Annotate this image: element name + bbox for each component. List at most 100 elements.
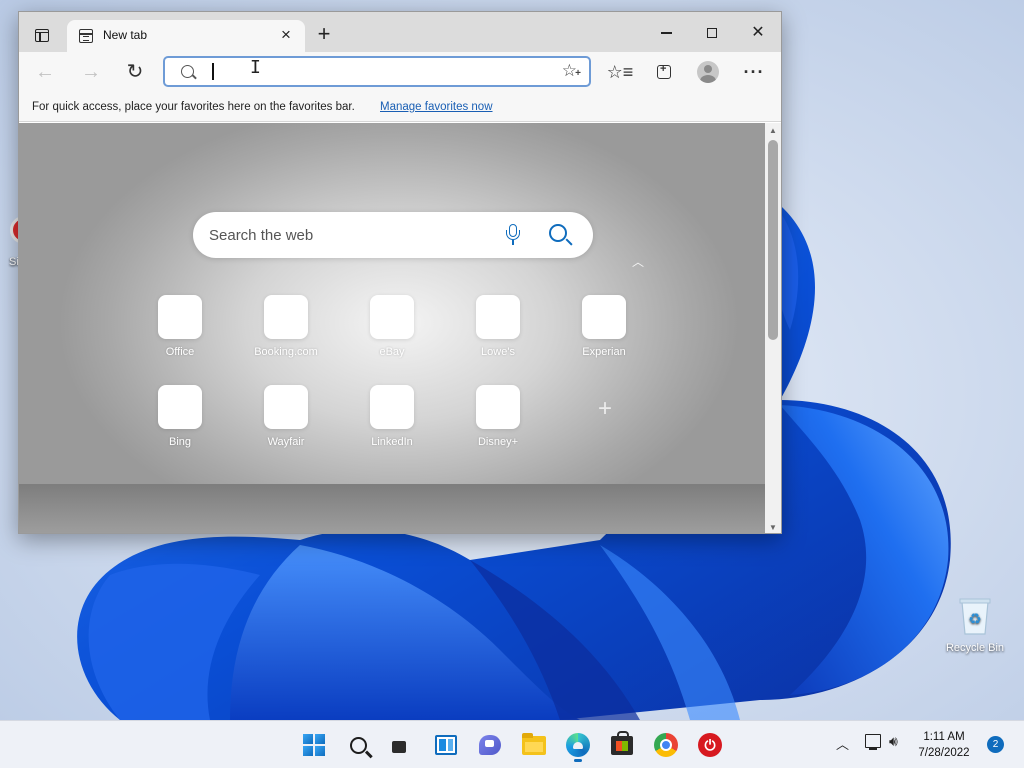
collections-button[interactable] (649, 58, 679, 86)
tab-title: New tab (103, 28, 148, 42)
edge-button[interactable] (558, 727, 598, 763)
settings-and-more-button[interactable]: ··· (739, 58, 769, 86)
teams-chat-icon (479, 735, 501, 755)
quick-link-label: Wayfair (267, 436, 305, 448)
i-beam-cursor-icon: I (250, 57, 261, 78)
search-button[interactable] (338, 727, 378, 763)
site-tile-icon (264, 295, 308, 339)
volume-icon[interactable]: 🔊︎ (889, 733, 898, 750)
favorites-button[interactable]: ☆≡ (605, 58, 635, 86)
new-tab-button[interactable]: + (313, 23, 335, 46)
recycle-bin-icon: ♻ (957, 596, 993, 636)
task-view-icon (392, 737, 412, 753)
site-tile-icon (264, 385, 308, 429)
favorites-star-icon: ☆≡ (606, 61, 634, 82)
taskbar: ⏻ ︿ 🔊︎ 1:11 AM 7/28/2022 2 (0, 720, 1024, 768)
desktop-icon-label: Recycle Bin (945, 642, 1005, 654)
back-button[interactable]: ← (31, 58, 59, 86)
favorites-bar-message: For quick access, place your favorites h… (32, 101, 355, 113)
site-tile-icon (158, 295, 202, 339)
refresh-button[interactable]: ↻ (121, 58, 149, 86)
profile-button[interactable] (693, 58, 723, 86)
power-app-button[interactable]: ⏻ (690, 727, 730, 763)
tab-actions-icon (35, 28, 49, 42)
quick-link[interactable]: Lowe's (453, 295, 543, 358)
edge-icon (566, 733, 590, 757)
address-bar[interactable]: ☆ + (163, 56, 591, 87)
quick-link-label: eBay (379, 346, 405, 358)
chrome-button[interactable] (646, 727, 686, 763)
text-caret (212, 63, 214, 80)
minimize-button[interactable] (643, 18, 689, 48)
site-tile-icon (370, 385, 414, 429)
file-explorer-button[interactable] (514, 727, 554, 763)
add-site-button[interactable]: + (594, 397, 616, 421)
notification-badge[interactable]: 2 (987, 736, 1004, 753)
tab-new-tab[interactable]: New tab × (67, 20, 305, 52)
scrollbar-thumb[interactable] (768, 140, 778, 340)
show-hidden-icons-button[interactable]: ︿ (836, 734, 849, 753)
scroll-up-icon[interactable]: ▲ (769, 126, 777, 135)
search-icon[interactable] (549, 224, 567, 242)
quick-link-label: Lowe's (481, 346, 515, 358)
widgets-icon (435, 735, 457, 755)
manage-favorites-link[interactable]: Manage favorites now (380, 101, 493, 113)
close-icon: ✕ (751, 24, 765, 41)
quick-link[interactable]: LinkedIn (347, 385, 437, 448)
quick-link-label: LinkedIn (371, 436, 413, 448)
power-icon: ⏻ (698, 733, 722, 757)
scrollbar[interactable]: ▲ ▼ (765, 123, 781, 533)
chevron-up-icon[interactable]: ︿ (631, 253, 645, 269)
task-view-button[interactable] (382, 727, 422, 763)
quick-link[interactable]: Booking.com (241, 295, 331, 358)
microphone-icon[interactable] (505, 224, 521, 246)
widgets-button[interactable] (426, 727, 466, 763)
forward-button[interactable]: → (77, 58, 105, 86)
chat-button[interactable] (470, 727, 510, 763)
clock[interactable]: 1:11 AM 7/28/2022 (908, 729, 980, 761)
quick-link-label: Booking.com (254, 346, 318, 358)
desktop-icon-recycle-bin[interactable]: ♻ Recycle Bin (942, 596, 1008, 654)
maximize-button[interactable] (689, 18, 735, 48)
windows-logo-icon (303, 734, 325, 756)
quick-link[interactable]: Office (135, 295, 225, 358)
browser-toolbar: ← → ↻ ☆+ I ☆≡ ··· (19, 52, 781, 92)
clock-date: 7/28/2022 (918, 747, 970, 759)
search-icon (349, 736, 367, 754)
quick-link-label: Bing (168, 436, 192, 448)
network-icon[interactable] (865, 734, 881, 750)
chrome-icon (654, 733, 678, 757)
folder-icon (522, 732, 546, 755)
web-search-input[interactable] (209, 225, 479, 245)
site-tile-icon (476, 385, 520, 429)
browser-window: New tab × + ✕ ← → ↻ ☆ + I ☆≡ + ··· For q… (18, 11, 782, 534)
web-search-box[interactable] (193, 212, 593, 258)
tab-actions-button[interactable] (27, 22, 57, 48)
title-bar: New tab × + ✕ (19, 12, 781, 52)
maximize-icon (707, 28, 717, 38)
svg-text:♻: ♻ (968, 610, 981, 628)
collections-icon (657, 63, 671, 79)
quick-link[interactable]: Disney+ (453, 385, 543, 448)
quick-link-label: Disney+ (477, 436, 519, 448)
close-tab-button[interactable]: × (277, 26, 295, 44)
quick-link-label: Office (165, 346, 195, 358)
site-tile-icon (476, 295, 520, 339)
clock-time: 1:11 AM (923, 731, 965, 743)
site-tile-icon (370, 295, 414, 339)
start-button[interactable] (294, 727, 334, 763)
content-feed-strip (19, 484, 765, 533)
search-icon (181, 65, 194, 78)
add-favorite-icon[interactable]: ☆ + (562, 61, 581, 81)
store-icon (611, 730, 633, 755)
quick-link[interactable]: Wayfair (241, 385, 331, 448)
quick-link[interactable]: Experian (559, 295, 649, 358)
new-tab-page-icon (79, 29, 93, 43)
store-button[interactable] (602, 727, 642, 763)
close-window-button[interactable]: ✕ (735, 18, 781, 48)
minimize-icon (660, 32, 672, 34)
quick-link[interactable]: Bing (135, 385, 225, 448)
avatar (697, 61, 719, 83)
quick-link[interactable]: eBay (347, 295, 437, 358)
scroll-down-icon[interactable]: ▼ (769, 523, 777, 532)
